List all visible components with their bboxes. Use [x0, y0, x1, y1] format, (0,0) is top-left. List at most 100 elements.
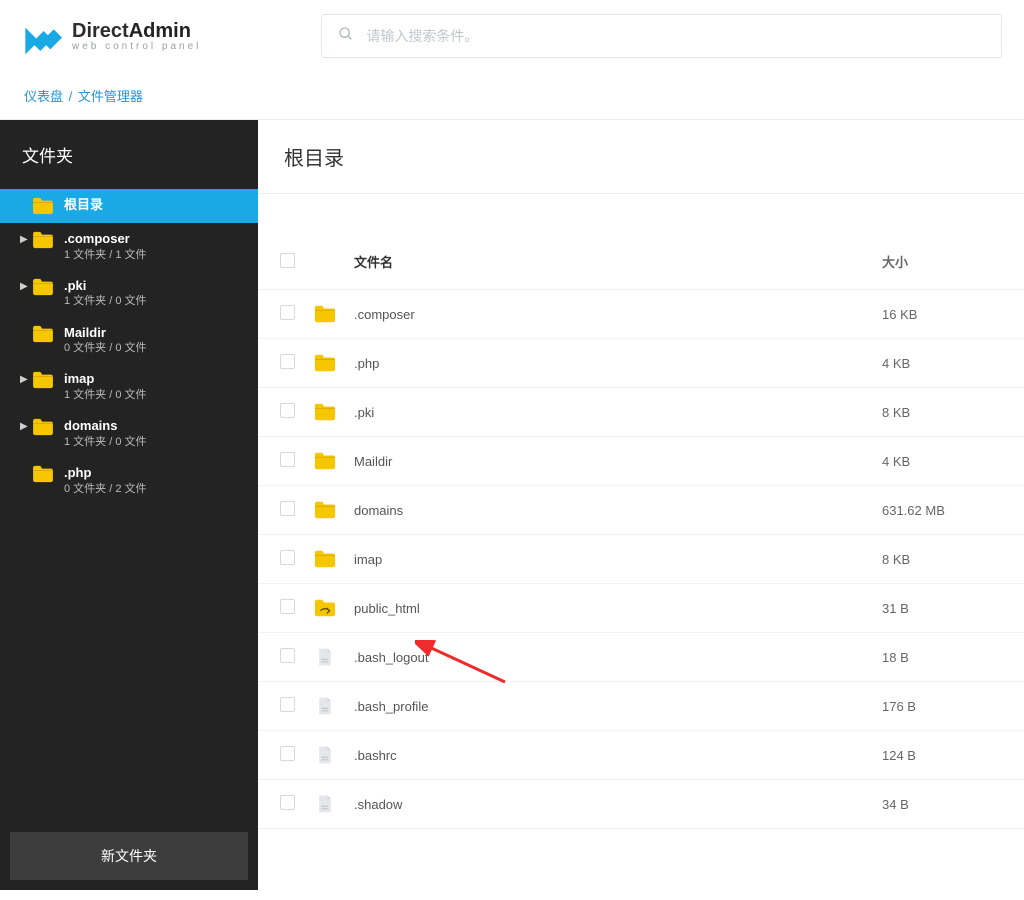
table-row[interactable]: .php4 KB: [258, 339, 1024, 388]
file-size: 124 B: [882, 748, 1002, 763]
column-header-size[interactable]: 大小: [882, 252, 1002, 271]
brand-title: DirectAdmin: [72, 20, 201, 43]
file-name[interactable]: .bash_profile: [354, 699, 882, 714]
file-list-pane: 根目录 文件名 大小 .composer16 KB.php4 KB.pki8 K…: [258, 120, 1024, 890]
row-checkbox[interactable]: [280, 354, 295, 369]
sidebar-item-.pki[interactable]: ▶ .pki1 文件夹 / 0 文件: [0, 270, 258, 317]
sidebar-item-meta: 0 文件夹 / 0 文件: [64, 342, 147, 355]
row-checkbox[interactable]: [280, 305, 295, 320]
expand-caret-icon: ▶: [20, 421, 30, 432]
folder-icon: [32, 465, 54, 483]
sidebar-item-Maildir[interactable]: Maildir0 文件夹 / 0 文件: [0, 317, 258, 364]
file-name[interactable]: domains: [354, 503, 882, 518]
table-row[interactable]: .bash_logout18 B: [258, 633, 1024, 682]
folder-icon: [32, 278, 54, 296]
sidebar-item-label: Maildir: [64, 325, 147, 341]
breadcrumb-dashboard[interactable]: 仪表盘: [24, 89, 63, 104]
table-row[interactable]: Maildir4 KB: [258, 437, 1024, 486]
sidebar-item-根目录[interactable]: 根目录: [0, 189, 258, 223]
table-row[interactable]: .shadow34 B: [258, 780, 1024, 829]
row-checkbox[interactable]: [280, 648, 295, 663]
search-icon: [338, 26, 366, 47]
file-name[interactable]: Maildir: [354, 454, 882, 469]
file-size: 18 B: [882, 650, 1002, 665]
sidebar-item-meta: 1 文件夹 / 0 文件: [64, 436, 147, 449]
table-row[interactable]: .bash_profile176 B: [258, 682, 1024, 731]
row-checkbox[interactable]: [280, 403, 295, 418]
file-size: 631.62 MB: [882, 503, 1002, 518]
content-title: 根目录: [258, 120, 1024, 194]
folder-icon: [314, 402, 354, 422]
file-icon: [314, 696, 354, 716]
folder-icon: [314, 549, 354, 569]
table-row[interactable]: .pki8 KB: [258, 388, 1024, 437]
file-size: 8 KB: [882, 552, 1002, 567]
search-input[interactable]: [366, 28, 985, 44]
folder-icon: [314, 304, 354, 324]
global-search[interactable]: [321, 14, 1002, 58]
breadcrumb: 仪表盘 / 文件管理器: [0, 72, 1024, 120]
breadcrumb-current[interactable]: 文件管理器: [78, 89, 143, 104]
expand-caret-icon: ▶: [20, 281, 30, 292]
table-row[interactable]: public_html31 B: [258, 584, 1024, 633]
sidebar-title: 文件夹: [0, 120, 258, 189]
brand-logo-icon: [22, 16, 62, 56]
file-icon: [314, 745, 354, 765]
file-name[interactable]: imap: [354, 552, 882, 567]
sidebar-item-label: .pki: [64, 278, 147, 294]
brand-subtitle: web control panel: [72, 41, 201, 52]
folder-icon: [32, 197, 54, 215]
file-name[interactable]: .bashrc: [354, 748, 882, 763]
table-row[interactable]: .composer16 KB: [258, 290, 1024, 339]
breadcrumb-separator: /: [69, 89, 76, 104]
row-checkbox[interactable]: [280, 697, 295, 712]
sidebar-item-domains[interactable]: ▶domains1 文件夹 / 0 文件: [0, 410, 258, 457]
file-name[interactable]: .php: [354, 356, 882, 371]
file-icon: [314, 647, 354, 667]
table-row[interactable]: domains631.62 MB: [258, 486, 1024, 535]
file-size: 31 B: [882, 601, 1002, 616]
sidebar-item-meta: 1 文件夹 / 1 文件: [64, 249, 147, 262]
file-size: 34 B: [882, 797, 1002, 812]
new-folder-button[interactable]: 新文件夹: [10, 832, 248, 880]
folder-icon: [32, 231, 54, 249]
folder-icon: [314, 500, 354, 520]
file-size: 16 KB: [882, 307, 1002, 322]
sidebar-item-.composer[interactable]: ▶.composer1 文件夹 / 1 文件: [0, 223, 258, 270]
sidebar-item-meta: 1 文件夹 / 0 文件: [64, 389, 147, 402]
file-icon: [314, 794, 354, 814]
symlink-folder-icon: [314, 598, 354, 618]
folder-icon: [314, 451, 354, 471]
sidebar-item-label: 根目录: [64, 197, 103, 213]
select-all-checkbox[interactable]: [280, 253, 295, 268]
file-name[interactable]: .pki: [354, 405, 882, 420]
row-checkbox[interactable]: [280, 501, 295, 516]
row-checkbox[interactable]: [280, 550, 295, 565]
file-name[interactable]: .bash_logout: [354, 650, 882, 665]
sidebar-item-meta: 1 文件夹 / 0 文件: [64, 295, 147, 308]
row-checkbox[interactable]: [280, 599, 295, 614]
file-name[interactable]: public_html: [354, 601, 882, 616]
sidebar-item-imap[interactable]: ▶imap1 文件夹 / 0 文件: [0, 363, 258, 410]
row-checkbox[interactable]: [280, 746, 295, 761]
table-row[interactable]: imap8 KB: [258, 535, 1024, 584]
sidebar-item-.php[interactable]: .php0 文件夹 / 2 文件: [0, 457, 258, 504]
row-checkbox[interactable]: [280, 452, 295, 467]
sidebar-item-meta: 0 文件夹 / 2 文件: [64, 483, 147, 496]
folder-icon: [32, 418, 54, 436]
row-checkbox[interactable]: [280, 795, 295, 810]
file-size: 8 KB: [882, 405, 1002, 420]
column-header-name[interactable]: 文件名: [354, 252, 882, 271]
file-size: 4 KB: [882, 356, 1002, 371]
folder-tree: 根目录▶.composer1 文件夹 / 1 文件▶.pki1 文件夹 / 0 …: [0, 189, 258, 822]
table-row[interactable]: .bashrc124 B: [258, 731, 1024, 780]
topbar: DirectAdmin web control panel: [0, 0, 1024, 72]
folder-icon: [314, 353, 354, 373]
expand-caret-icon: ▶: [20, 374, 30, 385]
brand[interactable]: DirectAdmin web control panel: [22, 16, 201, 56]
folder-icon: [32, 371, 54, 389]
folder-icon: [32, 325, 54, 343]
folder-sidebar: 文件夹 根目录▶.composer1 文件夹 / 1 文件▶.pki1 文件夹 …: [0, 120, 258, 890]
file-name[interactable]: .composer: [354, 307, 882, 322]
file-name[interactable]: .shadow: [354, 797, 882, 812]
